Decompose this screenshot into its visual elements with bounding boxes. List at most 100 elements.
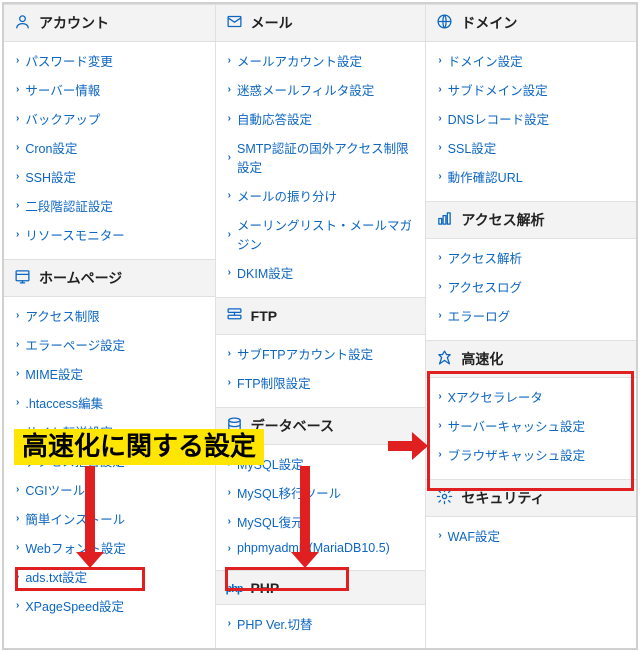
section-title: メール xyxy=(251,13,293,33)
chevron-right-icon: › xyxy=(228,55,231,66)
menu-item-label: アクセス解析 xyxy=(448,248,522,267)
menu-item-label: WAF設定 xyxy=(448,526,500,545)
page-frame: アカウント›パスワード変更›サーバー情報›バックアップ›Cron設定›SSH設定… xyxy=(2,2,638,650)
ftp-icon xyxy=(226,306,243,326)
menu-item-x[interactable]: ›アクセスログ xyxy=(426,272,636,301)
menu-item-label: 自動応答設定 xyxy=(237,109,312,128)
chevron-right-icon: › xyxy=(228,229,231,240)
chevron-right-icon: › xyxy=(438,113,441,124)
chevron-right-icon: › xyxy=(16,229,19,240)
menu-item-dns[interactable]: ›DNSレコード設定 xyxy=(426,104,636,133)
menu-item-x[interactable]: › 二段階認証設定 xyxy=(4,191,215,220)
section-title: アクセス解析 xyxy=(461,210,544,230)
menu-item-web[interactable]: ›Webフォント設定 xyxy=(4,533,215,562)
menu-item-ssh[interactable]: ›SSH設定 xyxy=(4,162,215,191)
chevron-right-icon: › xyxy=(16,368,19,379)
chevron-right-icon: › xyxy=(438,310,441,321)
section-title: アカウント xyxy=(39,13,109,33)
section-head-x: ドメイン xyxy=(426,4,636,42)
menu-item-x[interactable]: ›サブドメイン設定 xyxy=(426,75,636,104)
menu-item-label: 迷惑メールフィルタ設定 xyxy=(237,80,374,99)
menu-item-phpmyadmin-mariadb10-5[interactable]: ›phpmyadmin(MariaDB10.5) xyxy=(216,536,426,560)
section-title: ドメイン xyxy=(461,13,517,33)
section-head-x: ホームページ xyxy=(4,259,215,297)
column-1: メール›メールアカウント設定›迷惑メールフィルタ設定›自動応答設定›SMTP認証… xyxy=(215,4,426,648)
menu-item-x[interactable]: › Xアクセラレータ xyxy=(426,382,636,411)
chevron-right-icon: › xyxy=(228,516,231,527)
section-head-x: セキュリティ xyxy=(426,479,636,517)
menu-item-url[interactable]: ›動作確認URL xyxy=(426,162,636,191)
chevron-right-icon: › xyxy=(228,84,231,95)
chevron-right-icon: › xyxy=(438,281,441,292)
menu-item-label: メールアカウント設定 xyxy=(237,51,362,70)
menu-item-ftp[interactable]: ›サブFTPアカウント設定 xyxy=(216,339,426,368)
chevron-right-icon: › xyxy=(16,397,19,408)
menu-item-label: .htaccess編集 xyxy=(25,393,103,412)
menu-item-ads-txt[interactable]: ›ads.txt設定 xyxy=(4,562,215,591)
chevron-right-icon: › xyxy=(16,55,19,66)
menu-item-x[interactable]: ›ドメイン設定 xyxy=(426,46,636,75)
menu-item-x[interactable]: ›サーバー情報 xyxy=(4,75,215,104)
php-icon: php xyxy=(226,579,243,596)
menu-item-x[interactable]: › メールアカウント設定 xyxy=(216,46,426,75)
chevron-right-icon: › xyxy=(438,530,441,541)
chevron-right-icon: › xyxy=(16,339,19,350)
chevron-right-icon: › xyxy=(228,113,231,124)
menu-item-x[interactable]: ›バックアップ xyxy=(4,104,215,133)
section-items: ›パスワード変更›サーバー情報›バックアップ›Cron設定›SSH設定›二段階認… xyxy=(4,42,215,259)
menu-item-smtp[interactable]: ›SMTP認証の国外アクセス制限設定 xyxy=(216,133,426,181)
menu-item-label: DKIM設定 xyxy=(237,263,293,282)
menu-item-x[interactable]: ›エラーログ xyxy=(426,301,636,330)
menu-item-label: アクセス制限 xyxy=(25,306,99,325)
menu-item-x[interactable]: ›アクセス制限 xyxy=(4,301,215,330)
menu-item-label: 二段階認証設定 xyxy=(25,196,113,215)
annotation-banner-text: 高速化に関する設定 xyxy=(22,431,256,461)
menu-item-x[interactable]: › エラーページ設定 xyxy=(4,330,215,359)
menu-item-label: CGIツール xyxy=(25,480,85,499)
menu-item-x[interactable]: › 自動応答設定 xyxy=(216,104,426,133)
menu-item-htaccess[interactable]: › .htaccess編集 xyxy=(4,388,215,417)
menu-item-x[interactable]: ›メールの振り分け xyxy=(216,181,426,210)
menu-item-x[interactable]: › 迷惑メールフィルタ設定 xyxy=(216,75,426,104)
menu-item-label: サーバー情報 xyxy=(25,80,100,99)
menu-item-label: SSH設定 xyxy=(25,167,76,186)
menu-item-mime[interactable]: ›MIME設定 xyxy=(4,359,215,388)
menu-item-x[interactable]: › パスワード変更 xyxy=(4,46,215,75)
menu-item-label: エラーページ設定 xyxy=(25,335,125,354)
menu-item-label: Webフォント設定 xyxy=(25,538,125,557)
column-0: アカウント›パスワード変更›サーバー情報›バックアップ›Cron設定›SSH設定… xyxy=(4,4,215,648)
menu-item-label: PHP Ver.切替 xyxy=(237,614,313,633)
menu-item-php-ver[interactable]: ›PHP Ver.切替 xyxy=(216,609,426,638)
menu-item-x[interactable]: › ブラウザキャッシュ設定 xyxy=(426,440,636,469)
menu-item-x[interactable]: ›メーリングリスト・メールマガジン xyxy=(216,210,426,258)
menu-item-x[interactable]: ›サーバーキャッシュ設定 xyxy=(426,411,636,440)
chevron-right-icon: › xyxy=(438,391,441,402)
menu-item-x[interactable]: › 簡単インストール xyxy=(4,504,215,533)
section-head-x: アカウント xyxy=(4,4,215,42)
menu-item-x[interactable]: ›リソースモニター xyxy=(4,220,215,249)
section-title: FTP xyxy=(251,308,277,324)
menu-item-cgi[interactable]: ›CGIツール xyxy=(4,475,215,504)
menu-item-dkim[interactable]: ›DKIM設定 xyxy=(216,258,426,287)
menu-item-xpagespeed[interactable]: ›XPageSpeed設定 xyxy=(4,591,215,620)
menu-item-label: MySQL移行ツール xyxy=(237,483,341,502)
menu-item-label: SMTP認証の国外アクセス制限設定 xyxy=(237,138,413,176)
chevron-right-icon: › xyxy=(438,449,441,460)
analytics-icon xyxy=(436,210,453,230)
menu-item-waf[interactable]: › WAF設定 xyxy=(426,521,636,550)
menu-item-mysql[interactable]: ›MySQL移行ツール xyxy=(216,478,426,507)
menu-item-label: Cron設定 xyxy=(25,138,77,157)
menu-item-cron[interactable]: ›Cron設定 xyxy=(4,133,215,162)
menu-item-ssl[interactable]: ›SSL設定 xyxy=(426,133,636,162)
menu-item-label: Xアクセラレータ xyxy=(448,387,543,406)
menu-item-label: 簡単インストール xyxy=(25,509,125,528)
menu-item-ftp[interactable]: ›FTP制限設定 xyxy=(216,368,426,397)
menu-item-mysql[interactable]: ›MySQL復元 xyxy=(216,507,426,536)
menu-item-label: ブラウザキャッシュ設定 xyxy=(448,445,586,464)
chevron-right-icon: › xyxy=(16,513,19,524)
chevron-right-icon: › xyxy=(16,200,19,211)
security-icon xyxy=(436,488,453,508)
section-head-php: phpPHP xyxy=(216,570,426,605)
menu-item-x[interactable]: ›アクセス解析 xyxy=(426,243,636,272)
menu-item-label: パスワード変更 xyxy=(25,51,113,70)
